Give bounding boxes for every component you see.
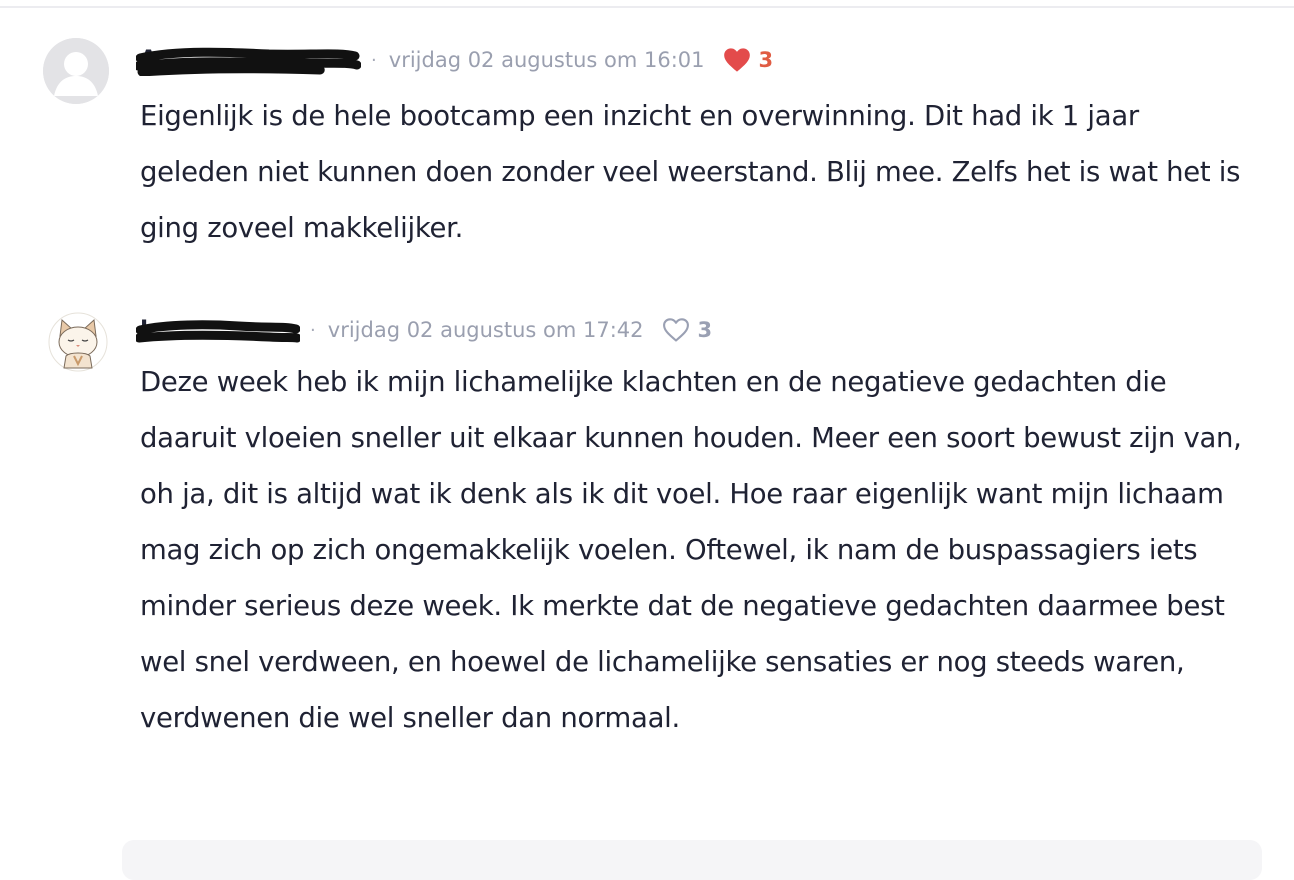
heart-outline-icon: [662, 318, 689, 342]
comment-timestamp: vrijdag 02 augustus om 16:01: [388, 48, 705, 72]
heart-filled-icon: [723, 48, 750, 72]
next-comment-card: [122, 840, 1262, 880]
redaction-scribble: [136, 47, 362, 76]
author-name[interactable]: L: [136, 316, 301, 344]
meta-separator: ·: [310, 319, 316, 341]
like-button[interactable]: 3: [723, 47, 774, 73]
meta-separator: ·: [371, 49, 377, 71]
like-count: 3: [697, 318, 713, 342]
comment-body: Deze week heb ik mijn lichamelijke klach…: [140, 366, 1242, 734]
author-name[interactable]: A: [136, 46, 362, 76]
redaction-scribble: [136, 320, 301, 343]
comment-timestamp: vrijdag 02 augustus om 17:42: [327, 318, 644, 342]
like-button[interactable]: 3: [662, 317, 713, 343]
like-count: 3: [758, 48, 774, 72]
comment-meta: L · vrijdag 02 augustus om 17:42 3: [136, 314, 713, 346]
comment-body: Eigenlijk is de hele bootcamp een inzich…: [140, 100, 1241, 244]
top-divider: [0, 6, 1294, 8]
default-avatar-icon[interactable]: [43, 38, 109, 104]
comment-meta: A · vrijdag 02 augustus om 16:01 3: [136, 44, 774, 76]
cat-avatar-icon[interactable]: [48, 312, 108, 372]
